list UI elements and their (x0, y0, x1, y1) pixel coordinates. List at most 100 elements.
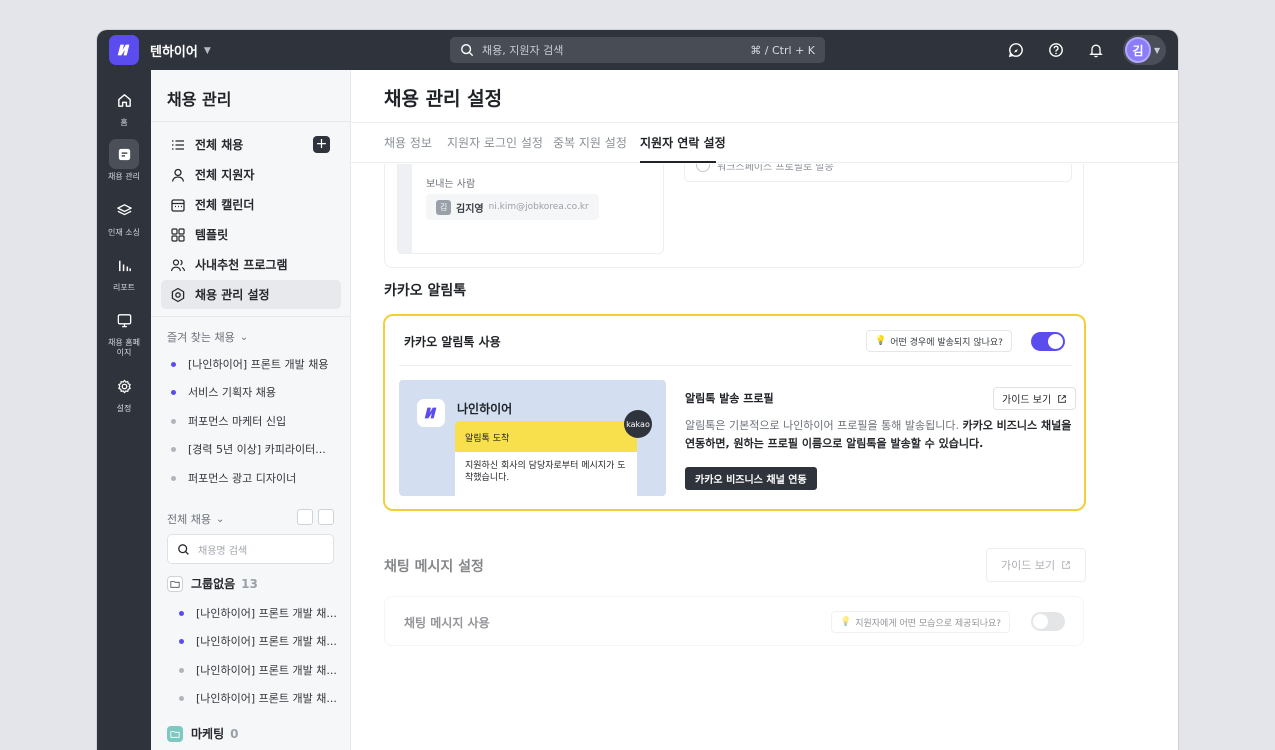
lightbulb-icon: 💡 (875, 336, 887, 346)
status-dot (179, 610, 184, 616)
logo-icon (424, 407, 437, 419)
page-title: 채용 관리 설정 (384, 88, 503, 110)
status-dot (171, 475, 176, 481)
hex-gear-icon (171, 287, 185, 302)
tab-applicant-login[interactable]: 지원자 로그인 설정 (447, 134, 543, 151)
all-jobs-header[interactable]: 전체 채용 ⌄ (167, 511, 224, 527)
rail-item-settings[interactable]: 설정 (97, 371, 151, 414)
chat-icon[interactable] (1006, 40, 1026, 60)
favorite-label: 퍼포먼스 마케터 신입 (188, 415, 287, 428)
group-count: 0 (230, 726, 239, 741)
chat-guide-button[interactable]: 가이드 보기 (986, 548, 1087, 582)
user-avatar-menu[interactable]: 김 ▼ (1123, 35, 1166, 65)
profile-description: 알림톡은 기본적으로 나인하이어 프로필을 통해 발송됩니다. 카카오 비즈니스… (685, 417, 1073, 453)
status-dot (179, 695, 184, 701)
kakao-toggle[interactable] (1031, 332, 1065, 351)
rail-item-career-site[interactable]: 채용 홈페이지 (97, 305, 151, 358)
job-label: [나인하이어] 프론트 개발 채... (196, 635, 337, 648)
workspace-switcher[interactable]: 텐하이어 ▼ (150, 41, 211, 60)
favorite-item[interactable]: 퍼포먼스 마케터 신입 (171, 413, 286, 429)
sidebar: 채용 관리 전체 채용 + 전체 지원자 전체 캘린더 템플릿 사내추천 프로그… (151, 70, 351, 750)
kakao-hint-button[interactable]: 💡 어떤 경우에 발송되지 않나요? (866, 330, 1012, 352)
status-dot (171, 361, 176, 367)
rail-label: 설정 (116, 404, 132, 413)
filter-settings-icon[interactable] (318, 509, 334, 525)
group-label: 그룹없음 (191, 577, 236, 591)
main-content: 채용 관리 설정 채용 정보 지원자 로그인 설정 중복 지원 설정 지원자 연… (351, 70, 1178, 750)
guide-button[interactable]: 가이드 보기 (993, 387, 1077, 410)
sender-email: ni.kim@jobkorea.co.kr (488, 202, 589, 212)
all-jobs-header-label: 전체 채용 (167, 513, 211, 526)
sidebar-item-label: 전체 지원자 (195, 168, 255, 182)
tab-applicant-contact[interactable]: 지원자 연락 설정 (640, 134, 726, 151)
chevron-down-icon: ▼ (1154, 45, 1161, 55)
favorite-item[interactable]: 서비스 기획자 채용 (171, 384, 276, 400)
global-search[interactable]: 채용, 지원자 검색 ⌘ / Ctrl + K (450, 37, 825, 63)
tab-job-info[interactable]: 채용 정보 (384, 134, 432, 151)
sidebar-item-recruit-settings[interactable]: 채용 관리 설정 (161, 280, 341, 309)
rail-label: 채용 홈페이지 (108, 338, 140, 357)
radio-button[interactable] (696, 164, 710, 172)
favorite-item[interactable]: 퍼포먼스 광고 디자이너 (171, 470, 296, 486)
search-shortcut: ⌘ / Ctrl + K (750, 43, 815, 57)
app-window: 텐하이어 ▼ 채용, 지원자 검색 ⌘ / Ctrl + K 김 ▼ 홈 채용 … (97, 30, 1178, 750)
bell-icon[interactable] (1086, 40, 1106, 60)
folder-icon (167, 575, 183, 592)
favorites-header[interactable]: 즐겨 찾는 채용 ⌄ (167, 329, 248, 345)
bar-chart-icon (118, 260, 131, 271)
sender-label: 보내는 사람 (426, 179, 476, 190)
group-job-item[interactable]: [나인하이어] 프론트 개발 채... (179, 633, 337, 649)
status-dot (179, 638, 184, 644)
rail-label: 인재 소싱 (108, 228, 140, 237)
chat-toggle[interactable] (1031, 612, 1065, 631)
group-job-item[interactable]: [나인하이어] 프론트 개발 채... (179, 690, 337, 706)
group-marketing[interactable]: 마케팅 0 (167, 725, 238, 742)
group-job-item[interactable]: [나인하이어] 프론트 개발 채... (179, 662, 337, 678)
rail-item-sourcing[interactable]: 인재 소싱 (97, 195, 151, 238)
divider (151, 316, 351, 317)
chevron-down-icon: ⌄ (239, 331, 249, 343)
job-search-input[interactable]: 채용명 검색 (167, 534, 334, 564)
avatar: 김 (1125, 37, 1151, 63)
sidebar-item-calendar[interactable]: 전체 캘린더 (161, 190, 341, 219)
sender-option[interactable]: 워크스페이스 프로필로 발송 (684, 164, 1072, 182)
hint-label: 어떤 경우에 발송되지 않나요? (890, 337, 1003, 348)
sidebar-item-templates[interactable]: 템플릿 (161, 220, 341, 249)
rail-item-home[interactable]: 홈 (97, 85, 151, 128)
left-rail: 홈 채용 관리 인재 소싱 리포트 채용 홈페이지 설정 (97, 70, 151, 750)
active-tab-indicator (640, 161, 716, 163)
add-job-button[interactable]: + (313, 136, 330, 153)
search-icon (178, 543, 189, 555)
toggle-knob (1033, 614, 1048, 629)
favorites-header-label: 즐겨 찾는 채용 (167, 331, 235, 344)
job-label: [나인하이어] 프론트 개발 채... (196, 607, 337, 620)
app-logo[interactable] (109, 35, 139, 65)
sidebar-item-all-applicants[interactable]: 전체 지원자 (161, 160, 341, 189)
favorite-item[interactable]: [나인하이어] 프론트 개발 채용 (171, 356, 329, 372)
help-icon[interactable] (1046, 40, 1066, 60)
kakao-badge: kakao (624, 410, 652, 438)
connect-kakao-channel-button[interactable]: 카카오 비즈니스 채널 연동 (685, 467, 817, 490)
folder-icon (167, 725, 183, 742)
sidebar-item-label: 사내추천 프로그램 (195, 258, 288, 272)
grid-icon (171, 227, 185, 242)
search-icon (461, 44, 474, 57)
rail-item-recruiting[interactable]: 채용 관리 (97, 139, 151, 182)
sender-avatar: 김 (436, 199, 451, 215)
top-bar: 텐하이어 ▼ 채용, 지원자 검색 ⌘ / Ctrl + K 김 ▼ (97, 30, 1178, 70)
sidebar-item-referral[interactable]: 사내추천 프로그램 (161, 250, 341, 279)
workspace-name: 텐하이어 (150, 45, 198, 60)
profile-title: 알림톡 발송 프로필 (685, 392, 774, 405)
bubble-header: 알림톡 도착 (455, 421, 637, 452)
new-folder-icon[interactable] (297, 509, 313, 525)
hint-label: 지원자에게 어떤 모습으로 제공되나요? (855, 618, 1002, 629)
chevron-down-icon: ▼ (203, 45, 211, 56)
favorite-item[interactable]: [경력 5년 이상] 카피라이터... (171, 441, 326, 457)
group-no-group[interactable]: 그룹없음 13 (167, 575, 258, 592)
group-job-item[interactable]: [나인하이어] 프론트 개발 채... (179, 605, 337, 621)
chat-hint-button[interactable]: 💡 지원자에게 어떤 모습으로 제공되나요? (831, 611, 1011, 633)
tab-duplicate-apply[interactable]: 중복 지원 설정 (553, 134, 627, 151)
people-icon (170, 258, 186, 271)
person-icon (171, 168, 185, 182)
rail-item-report[interactable]: 리포트 (97, 250, 151, 293)
